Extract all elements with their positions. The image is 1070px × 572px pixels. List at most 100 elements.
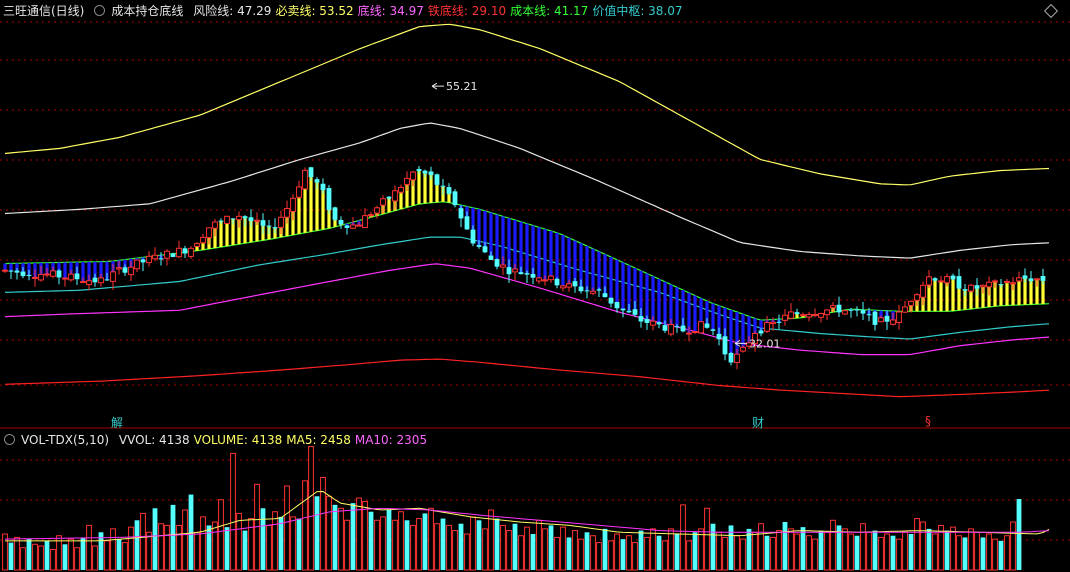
candle-body <box>566 283 572 288</box>
volume-bar <box>1004 535 1010 571</box>
volume-bar <box>470 516 476 571</box>
candle-body <box>332 207 338 220</box>
candle-body <box>800 314 806 317</box>
volume-bar <box>368 511 374 570</box>
candle-body <box>818 313 824 318</box>
volume-bar <box>554 536 560 571</box>
candle-body <box>218 220 224 222</box>
candle-body <box>860 310 866 314</box>
candle-body <box>344 225 350 228</box>
volume-bar <box>242 530 248 570</box>
trend-bar <box>597 251 601 291</box>
volume-bar <box>170 504 176 570</box>
volume-bar <box>26 539 32 570</box>
candle-body <box>494 259 500 267</box>
volume-bar <box>20 547 26 571</box>
volume-bar <box>962 537 968 570</box>
trend-bar <box>309 177 313 232</box>
volume-bar <box>542 528 548 571</box>
trend-bar <box>555 232 559 286</box>
trend-bar <box>735 312 739 355</box>
volume-bar <box>776 530 782 571</box>
candle-body <box>212 221 218 229</box>
candle-body <box>50 270 56 277</box>
volume-bar <box>122 542 128 571</box>
volume-bar <box>428 507 434 571</box>
candle-body <box>98 277 104 284</box>
volume-bar <box>686 540 692 571</box>
candle-body <box>596 289 602 291</box>
candle-body <box>2 269 8 272</box>
volume-bar <box>512 523 518 570</box>
price-chart[interactable]: 55.21 32.01 <box>0 0 1070 572</box>
trend-bar <box>525 223 529 275</box>
candle-body <box>848 309 854 311</box>
candle-body <box>704 323 710 328</box>
event-tag-jie[interactable]: 解 <box>111 414 123 431</box>
candle-body <box>1004 280 1010 283</box>
candle-body <box>812 313 818 317</box>
candle-body <box>176 247 182 258</box>
candle-body <box>980 284 986 288</box>
volume-bar <box>164 524 170 571</box>
trend-bar <box>651 276 655 322</box>
volume-bar <box>842 528 848 571</box>
volume-bar <box>416 518 422 571</box>
candle-body <box>152 254 158 260</box>
volume-bar <box>236 512 242 571</box>
volume-bar <box>86 524 92 571</box>
volume-bar <box>458 523 464 570</box>
volume-bar <box>596 542 602 571</box>
trend-bar <box>711 303 715 331</box>
candle-body <box>86 280 92 286</box>
volume-bar <box>722 536 728 571</box>
volume-bar <box>800 527 806 570</box>
volume-bar <box>446 524 452 571</box>
candle-body <box>602 293 608 298</box>
volume-bar <box>536 519 542 571</box>
volume-bar <box>812 538 818 571</box>
volume-bar <box>302 480 308 571</box>
trend-bar <box>951 279 955 312</box>
volume-bar <box>158 523 164 571</box>
volume-bar <box>500 524 506 571</box>
volume-bar <box>590 535 596 571</box>
candle-body <box>620 308 626 311</box>
candle-body <box>416 168 422 172</box>
volume-bar <box>818 530 824 570</box>
candle-body <box>38 273 44 281</box>
volume-bar <box>860 523 866 571</box>
trend-bar <box>1029 281 1033 305</box>
trend-bar <box>675 287 679 327</box>
candle-body <box>1040 275 1046 281</box>
candle-body <box>464 216 470 230</box>
trend-bar <box>933 280 937 312</box>
event-tag-cai[interactable]: 财 <box>752 414 764 431</box>
volume-bar <box>452 530 458 571</box>
candle-body <box>122 267 128 273</box>
volume-bar <box>770 536 776 571</box>
candle-body <box>692 331 698 334</box>
candle-body <box>926 276 932 286</box>
trend-bar <box>939 280 943 312</box>
candle-body <box>806 313 812 318</box>
candle-body <box>830 305 836 309</box>
event-tag-s[interactable]: § <box>925 414 931 428</box>
candle-body <box>428 171 434 176</box>
candle-body <box>908 300 914 306</box>
line-must-sell <box>4 23 1050 186</box>
candle-body <box>638 316 644 322</box>
candle-body <box>26 274 32 276</box>
volume-bar <box>890 535 896 570</box>
candle-body <box>884 315 890 322</box>
candle-body <box>764 322 770 332</box>
volume-bar <box>920 521 926 571</box>
candle-body <box>662 325 668 331</box>
candle-body <box>314 179 320 183</box>
candle-body <box>134 259 140 270</box>
candle-body <box>248 217 254 221</box>
candle-body <box>872 311 878 325</box>
volume-bar <box>314 496 320 570</box>
volume-bar <box>782 522 788 570</box>
volume-bar <box>68 538 74 571</box>
